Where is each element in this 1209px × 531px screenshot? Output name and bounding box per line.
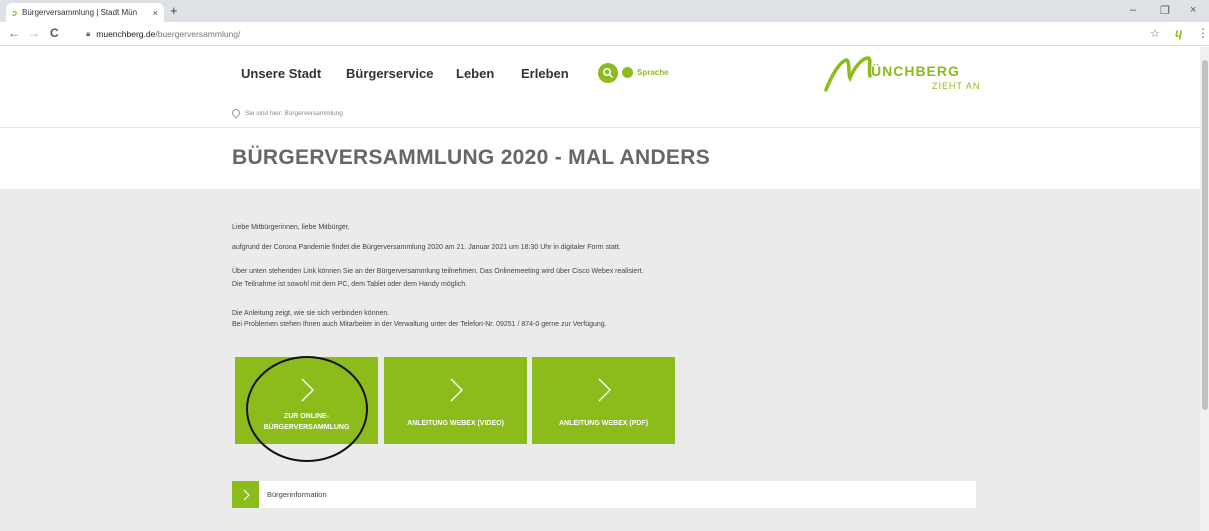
browser-menu-icon[interactable]: ⋮ [1197, 26, 1209, 40]
nav-erleben[interactable]: Erleben [521, 66, 569, 81]
maximize-button[interactable]: ❐ [1160, 4, 1170, 17]
globe-icon[interactable] [622, 67, 633, 78]
pin-icon [230, 107, 242, 119]
chevron-right-icon [243, 489, 250, 500]
chevron-right-icon [450, 378, 463, 402]
annotation-circle [246, 356, 368, 462]
reload-button[interactable]: C [50, 26, 59, 40]
nav-buergerservice[interactable]: Bürgerservice [346, 66, 433, 81]
paragraph-date: aufgrund der Corona Pandemie findet die … [232, 244, 621, 251]
paragraph-link-info: Über unten stehenden Link können Sie an … [232, 268, 644, 275]
greeting-text: Liebe Mitbürgerinnen, liebe Mitbürger, [232, 224, 350, 231]
window-close-button[interactable]: × [1190, 4, 1196, 16]
page-title: BÜRGERVERSAMMLUNG 2020 - MAL ANDERS [232, 146, 711, 169]
language-link[interactable]: Sprache [637, 68, 669, 77]
paragraph-support: Bei Problemen stehen Ihnen auch Mitarbei… [232, 321, 607, 328]
accordion-label: Bürgerinformation [267, 490, 327, 499]
breadcrumb-text: Sie sind hier: Bürgerversammlung [245, 109, 343, 117]
search-icon [602, 67, 614, 79]
favicon-icon: ↄ [12, 7, 18, 18]
url-path: /buergerversammlung/ [155, 28, 241, 39]
logo-text: ÜNCHBERG [871, 63, 960, 79]
tab-close-icon[interactable]: × [153, 8, 158, 18]
url-domain: muenchberg.de [96, 28, 156, 39]
browser-tab-bar: ↄ Bürgerversammlung | Stadt Mün × + – ❐ … [0, 0, 1209, 22]
breadcrumb: Sie sind hier: Bürgerversammlung [230, 107, 343, 119]
extension-icon[interactable]: ɥ [1175, 26, 1182, 40]
webex-pdf-tile[interactable]: ANLEITUNG WEBEX (PDF) [532, 357, 675, 444]
header-divider [0, 127, 1200, 128]
logo-tagline: ZIEHT AN [932, 81, 981, 91]
webex-video-tile[interactable]: ANLEITUNG WEBEX (VIDEO) [384, 357, 527, 444]
buergerinformation-accordion[interactable]: Bürgerinformation [232, 481, 976, 508]
url-field[interactable]: 🔒︎ muenchberg.de /buergerversammlung/ [80, 25, 1140, 42]
tile-label: ANLEITUNG WEBEX (VIDEO) [407, 420, 504, 427]
address-bar-row: ← → C 🔒︎ muenchberg.de /buergerversammlu… [0, 22, 1209, 46]
tile-label: ANLEITUNG WEBEX (PDF) [558, 420, 649, 427]
accordion-toggle[interactable] [232, 481, 259, 508]
scrollbar-thumb[interactable] [1202, 60, 1208, 410]
new-tab-button[interactable]: + [170, 3, 178, 18]
chevron-right-icon [598, 378, 611, 402]
bookmark-star-icon[interactable]: ☆ [1150, 27, 1160, 40]
browser-tab[interactable]: ↄ Bürgerversammlung | Stadt Mün × [6, 3, 164, 22]
paragraph-guide: Die Anleitung zeigt, wie sie sich verbin… [232, 310, 390, 317]
back-button[interactable]: ← [8, 26, 20, 40]
nav-unsere-stadt[interactable]: Unsere Stadt [241, 66, 321, 81]
tab-title: Bürgerversammlung | Stadt Mün [22, 8, 138, 17]
lock-icon: 🔒︎ [86, 28, 91, 38]
minimize-button[interactable]: – [1130, 4, 1136, 16]
nav-leben[interactable]: Leben [456, 66, 494, 81]
paragraph-devices: Die Teilnahme ist sowohl mit dem PC, dem… [232, 281, 468, 288]
search-button[interactable] [598, 63, 618, 83]
forward-button[interactable]: → [28, 26, 40, 40]
